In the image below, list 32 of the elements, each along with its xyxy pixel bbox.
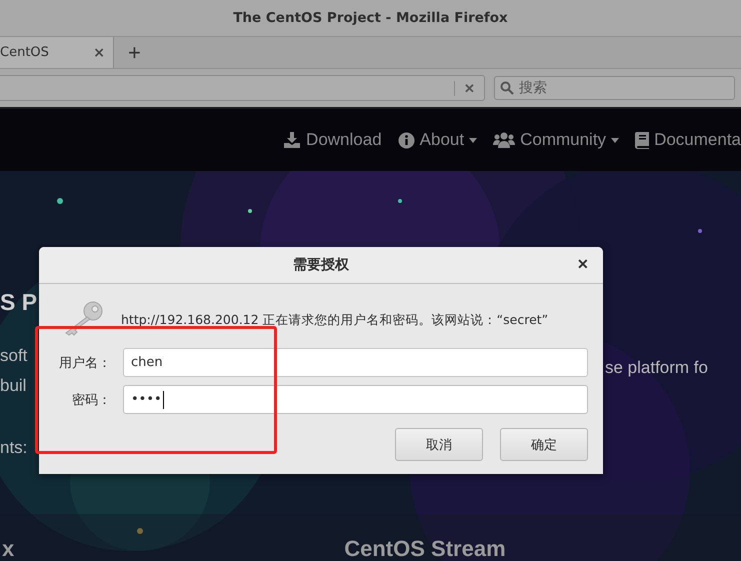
section-heading: x [2,536,14,561]
browser-tab[interactable]: CentOS × [0,37,114,68]
dialog-title: 需要授权 [293,256,349,274]
hero-text: buil [0,376,28,396]
text-cursor [162,390,164,408]
search-field[interactable]: 搜索 [494,76,735,100]
dialog-button[interactable]: 确定 [500,428,588,461]
input-field[interactable]: •••• [123,385,588,414]
new-tab-button[interactable]: + [124,42,145,64]
close-icon[interactable]: × [93,44,105,60]
nav-link[interactable]: Download [283,130,382,150]
book-icon [635,132,650,148]
hero-heading: S P [0,289,38,316]
input-field[interactable]: chen [123,348,588,377]
field-label: 用户名： [59,354,111,372]
dialog-button[interactable]: 取消 [395,428,483,461]
section-heading: CentOS Stream [344,536,506,561]
nav-link[interactable]: About [398,130,478,150]
address-field[interactable]: ✕ [0,75,485,101]
download-icon [283,131,302,149]
nav-link[interactable]: Documenta [635,130,741,150]
clear-button[interactable]: ✕ [454,80,484,96]
users-icon [493,132,516,148]
hero-text: se platform fo [605,358,708,377]
hero-text: nts: [0,438,28,458]
info-icon [398,132,415,148]
hero-text: soft [0,346,28,366]
dialog-message: http://192.168.200.12 正在请求您的用户名和密码。该网站说：“secret” [121,312,548,328]
close-button[interactable]: ✕ [575,256,591,272]
nav-link[interactable]: Community [493,130,620,150]
window-title: The CentOS Project - Mozilla Firefox [233,10,508,26]
field-label: 密码： [72,392,111,408]
